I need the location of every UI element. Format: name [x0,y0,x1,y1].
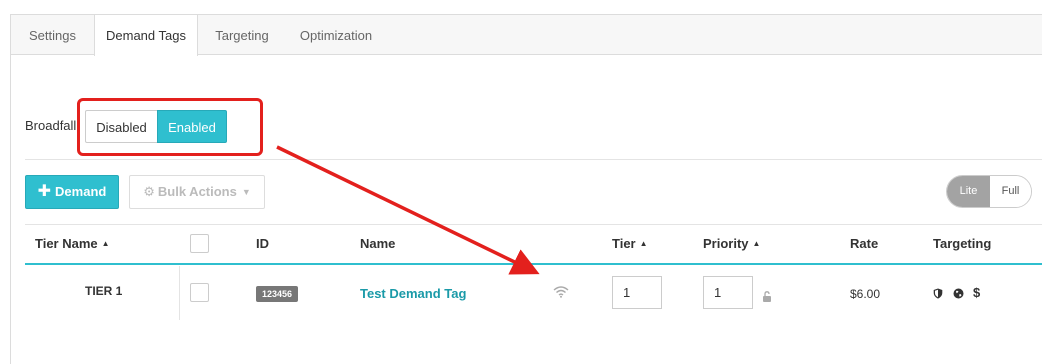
annotation-arrow [276,145,540,275]
